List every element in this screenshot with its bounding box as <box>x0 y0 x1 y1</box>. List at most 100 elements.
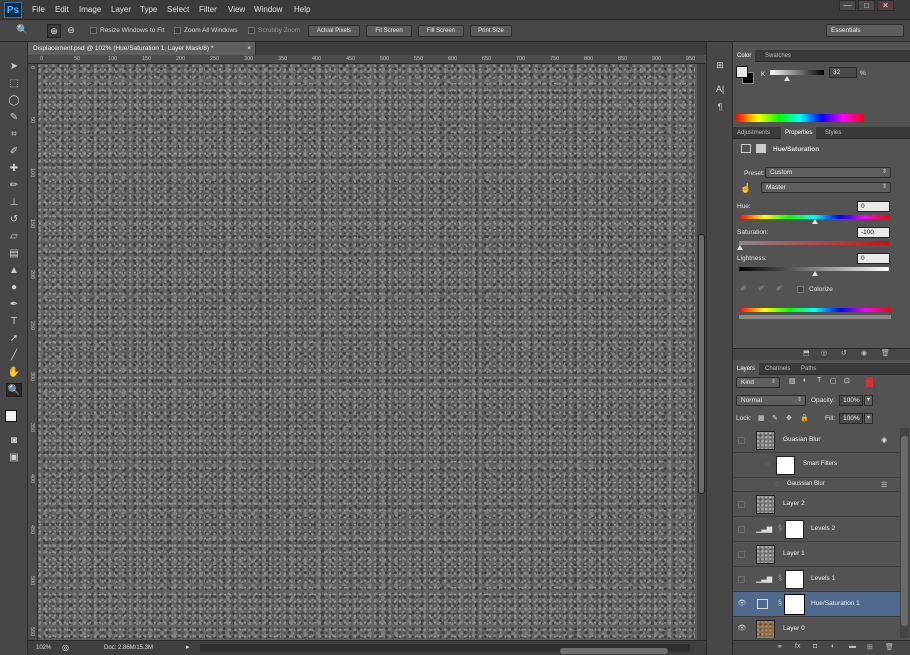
foreground-color-swatch[interactable] <box>5 410 17 422</box>
menu-layer[interactable]: Layer <box>111 5 131 14</box>
scrubby-zoom-checkbox[interactable] <box>248 27 255 34</box>
workspace-dropdown[interactable]: Essentials <box>826 24 904 37</box>
healing-tool-icon[interactable]: ✚ <box>6 162 22 176</box>
smart-filter-badge-icon[interactable]: ◉ <box>881 436 887 444</box>
layer-style-icon[interactable]: fx <box>795 643 800 650</box>
link-icon[interactable]: § <box>778 575 782 582</box>
saturation-slider[interactable] <box>739 241 889 245</box>
eraser-tool-icon[interactable]: ▱ <box>6 230 22 244</box>
tab-close-icon[interactable]: × <box>247 42 251 55</box>
channel-dropdown[interactable]: Master <box>761 182 891 193</box>
color-spectrum-bar[interactable] <box>736 114 864 122</box>
layer-name[interactable]: Layer 0 <box>783 625 805 632</box>
tab-styles[interactable]: Styles <box>821 127 845 139</box>
lasso-tool-icon[interactable]: ◯ <box>6 94 22 108</box>
tab-color[interactable]: Color <box>733 50 756 62</box>
link-icon[interactable]: § <box>778 525 782 532</box>
link-icon[interactable]: § <box>778 600 782 607</box>
tab-layers[interactable]: Layers <box>733 363 760 375</box>
layer-mask-thumbnail[interactable] <box>785 570 804 589</box>
menu-filter[interactable]: Filter <box>199 5 217 14</box>
history-panel-icon[interactable]: ⊞ <box>712 58 728 72</box>
line-tool-icon[interactable]: ╱ <box>6 349 22 363</box>
filter-adjustment-icon[interactable]: ◐ <box>803 377 807 384</box>
hue-field[interactable]: 0 <box>857 201 890 212</box>
filter-smart-object-icon[interactable]: ⊡ <box>844 377 850 385</box>
type-tool-icon[interactable]: T <box>6 315 22 329</box>
saturation-slider-thumb[interactable] <box>737 245 743 250</box>
horizontal-scroll-thumb[interactable] <box>560 648 668 654</box>
visibility-toggle[interactable] <box>738 576 745 583</box>
eyedropper-tool-icon[interactable]: ✐ <box>6 145 22 159</box>
print-size-button[interactable]: Print Size <box>470 25 512 37</box>
blend-mode-dropdown[interactable]: Normal <box>736 395 806 406</box>
quick-mask-icon[interactable]: ◙ <box>6 434 22 448</box>
opacity-field[interactable]: 100% <box>839 395 863 406</box>
lock-pixels-icon[interactable]: ✎ <box>772 414 778 422</box>
vertical-scrollbar[interactable] <box>697 64 706 640</box>
blur-tool-icon[interactable]: ▲ <box>6 264 22 278</box>
close-button[interactable]: ✕ <box>877 0 894 11</box>
k-slider-track[interactable] <box>770 70 824 75</box>
gradient-tool-icon[interactable]: ▤ <box>6 247 22 261</box>
layer-row-layer-2[interactable]: Layer 2 <box>733 492 900 517</box>
dodge-tool-icon[interactable]: ● <box>6 281 22 295</box>
tab-adjustments[interactable]: Adjustments <box>733 127 774 139</box>
tab-properties[interactable]: Properties <box>781 127 817 139</box>
lock-position-icon[interactable]: ✥ <box>786 414 792 422</box>
visibility-icon[interactable]: ◉ <box>861 349 867 357</box>
filter-shape-icon[interactable]: ▢ <box>830 377 837 385</box>
link-layers-icon[interactable]: ⚭ <box>777 643 783 651</box>
marquee-tool-icon[interactable]: ⬚ <box>6 77 22 91</box>
eye-icon[interactable]: 👁 <box>737 625 747 633</box>
layer-row-layer-0[interactable]: 👁 Layer 0 <box>733 617 900 638</box>
new-layer-icon[interactable]: ⊞ <box>867 643 873 651</box>
vertical-scroll-thumb[interactable] <box>698 234 705 494</box>
fill-field[interactable]: 100% <box>839 413 863 424</box>
actual-pixels-button[interactable]: Actual Pixels <box>308 25 360 37</box>
add-mask-icon[interactable]: ◘ <box>813 643 817 650</box>
filter-kind-dropdown[interactable]: Kind <box>736 377 780 388</box>
new-group-icon[interactable]: ▬ <box>849 643 856 650</box>
menu-file[interactable]: File <box>32 5 45 14</box>
menu-type[interactable]: Type <box>140 5 157 14</box>
crop-tool-icon[interactable]: ⌗ <box>6 128 22 142</box>
layer-row-gaussian-blur-filter[interactable]: ◌ Gaussian Blur ☰ <box>733 478 900 492</box>
delete-adjustment-icon[interactable]: 🗑 <box>881 349 890 357</box>
horizontal-scrollbar[interactable] <box>200 644 690 654</box>
hand-adjust-icon[interactable]: ☝ <box>740 183 751 194</box>
minimize-button[interactable]: — <box>839 0 856 11</box>
paragraph-panel-icon[interactable]: ¶ <box>712 100 728 114</box>
reset-icon[interactable]: ↺ <box>841 349 847 357</box>
zoom-tool-active-icon[interactable]: 🔍 <box>6 383 22 397</box>
k-value-field[interactable]: 32 <box>829 67 857 78</box>
zoom-out-icon[interactable]: ⊖ <box>64 24 78 38</box>
brush-tool-icon[interactable]: ✏ <box>6 179 22 193</box>
layer-name[interactable]: Layer 2 <box>783 500 805 507</box>
layer-row-hue-saturation-1[interactable]: 👁 § Hue/Saturation 1 <box>733 592 900 617</box>
new-adjustment-icon[interactable]: ◐ <box>831 643 835 650</box>
visibility-toggle[interactable] <box>738 551 745 558</box>
layer-mask-thumbnail[interactable] <box>784 594 805 615</box>
mask-icon[interactable] <box>756 144 766 153</box>
path-select-tool-icon[interactable]: ➚ <box>6 332 22 346</box>
layer-name[interactable]: Guasian Blur <box>783 436 821 443</box>
layer-name[interactable]: Smart Filters <box>803 461 837 467</box>
document-tab[interactable]: Displacement.psd @ 102% (Hue/Saturation … <box>28 42 256 55</box>
layers-scrollbar[interactable] <box>900 428 909 638</box>
layers-scroll-thumb[interactable] <box>901 436 908 626</box>
status-info-icon[interactable]: ◎ <box>62 641 69 655</box>
view-previous-icon[interactable]: ◎ <box>821 349 827 357</box>
filter-pixel-icon[interactable]: ▨ <box>789 377 796 385</box>
saturation-field[interactable]: -100 <box>857 227 890 238</box>
eyedropper-icon[interactable]: ✐ <box>740 284 747 293</box>
menu-window[interactable]: Window <box>254 5 282 14</box>
history-brush-tool-icon[interactable]: ↺ <box>6 213 22 227</box>
zoom-all-checkbox[interactable] <box>174 27 181 34</box>
quick-select-tool-icon[interactable]: ✎ <box>6 111 22 125</box>
clone-stamp-tool-icon[interactable]: ⊥ <box>6 196 22 210</box>
maximize-button[interactable]: □ <box>858 0 875 11</box>
clip-to-layer-icon[interactable]: ⬒ <box>803 349 810 357</box>
tab-paths[interactable]: Paths <box>797 363 820 375</box>
layer-mask-thumbnail[interactable] <box>785 520 804 539</box>
